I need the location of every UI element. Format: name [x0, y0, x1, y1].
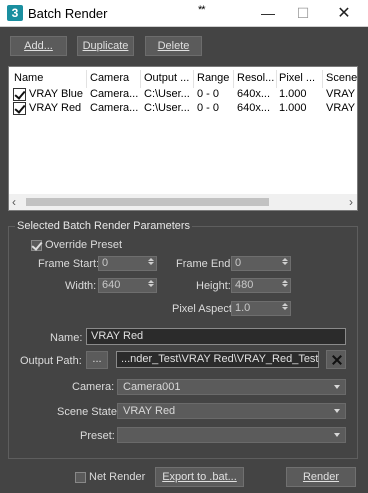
column-header-output[interactable]: Output ... — [144, 72, 196, 84]
frame-end-spinner[interactable]: 0 — [231, 256, 291, 271]
frame-start-value[interactable]: 0 — [102, 257, 108, 269]
title-marker: ** — [198, 4, 206, 16]
net-render-label: Net Render — [89, 471, 146, 483]
cell-range: 0 - 0 — [197, 102, 220, 114]
scene-state-dropdown[interactable]: VRAY Red — [117, 403, 346, 419]
scroll-left-arrow-icon[interactable]: ‹ — [12, 195, 16, 209]
row-enable-checkbox[interactable] — [13, 88, 26, 101]
column-header-range[interactable]: Range — [197, 72, 233, 84]
width-label: Width: — [65, 280, 97, 292]
name-label: Name: — [50, 332, 83, 344]
list-item[interactable]: VRAY Red Camera... C:\User... 0 - 0 640x… — [9, 101, 357, 116]
window-title: Batch Render — [28, 6, 108, 21]
cell-pixel-aspect: 1.000 — [279, 88, 307, 100]
output-path-field[interactable]: ...nder_Test\VRAY Red\VRAY_Red_Test.exr — [116, 351, 319, 368]
cell-range: 0 - 0 — [197, 88, 220, 100]
params-group-title: Selected Batch Render Parameters — [15, 220, 193, 232]
column-header-camera[interactable]: Camera — [90, 72, 140, 84]
delete-button[interactable]: Delete — [145, 36, 202, 56]
name-field[interactable]: VRAY Red — [86, 328, 346, 345]
spinner-arrows-icon[interactable] — [280, 257, 289, 270]
camera-dropdown[interactable]: Camera001 — [117, 379, 346, 395]
pixel-aspect-label: Pixel Aspect: — [172, 303, 235, 315]
column-header-scene-state[interactable]: Scene S — [326, 72, 357, 84]
chevron-down-icon — [334, 385, 340, 389]
cell-name: VRAY Red — [29, 102, 82, 114]
spinner-arrows-icon[interactable] — [146, 257, 155, 270]
chevron-down-icon — [334, 433, 340, 437]
column-header-resolution[interactable]: Resol... — [237, 72, 277, 84]
cell-output: C:\User... — [144, 102, 190, 114]
scroll-right-arrow-icon[interactable]: › — [349, 195, 353, 209]
scene-state-label: Scene State: — [57, 406, 120, 418]
preset-dropdown[interactable] — [117, 427, 346, 443]
width-value[interactable]: 640 — [102, 279, 120, 291]
camera-label: Camera: — [72, 381, 115, 393]
title-bar: 3 Batch Render ** — ☐ ✕ — [0, 0, 368, 27]
scene-state-dropdown-value: VRAY Red — [123, 405, 176, 417]
override-preset-label: Override Preset — [45, 239, 123, 251]
override-preset-checkbox[interactable] — [31, 240, 42, 251]
browse-output-button[interactable]: ... — [86, 351, 108, 369]
column-header-pixel[interactable]: Pixel ... — [279, 72, 321, 84]
spinner-arrows-icon[interactable] — [280, 302, 289, 315]
cell-camera: Camera... — [90, 88, 139, 100]
net-render-checkbox[interactable] — [75, 472, 86, 483]
height-label: Height: — [196, 280, 231, 292]
duplicate-button[interactable]: Duplicate — [77, 36, 134, 56]
preset-label: Preset: — [80, 430, 115, 442]
clear-output-path-icon[interactable] — [326, 350, 346, 369]
scrollbar-thumb[interactable] — [26, 198, 269, 206]
row-enable-checkbox[interactable] — [13, 102, 26, 115]
frame-start-label: Frame Start: — [38, 258, 100, 270]
cell-pixel-aspect: 1.000 — [279, 102, 307, 114]
cell-scene-state: VRAY I — [326, 88, 357, 100]
pixel-aspect-value[interactable]: 1.0 — [235, 302, 250, 314]
add-button[interactable]: Add... — [10, 36, 67, 56]
cell-scene-state: VRAY I — [326, 102, 357, 114]
chevron-down-icon — [334, 409, 340, 413]
cell-name: VRAY Blue — [29, 88, 84, 100]
frame-end-value[interactable]: 0 — [235, 257, 241, 269]
column-divider[interactable] — [140, 70, 141, 88]
maximize-icon[interactable]: ☐ — [285, 0, 321, 27]
horizontal-scrollbar[interactable]: ‹ › — [9, 194, 357, 210]
list-item[interactable]: VRAY Blue Camera... C:\User... 0 - 0 640… — [9, 87, 357, 102]
export-to-bat-button[interactable]: Export to .bat... — [155, 467, 244, 487]
column-header-name[interactable]: Name — [14, 72, 84, 84]
output-path-label: Output Path: — [20, 355, 82, 367]
render-button[interactable]: Render — [286, 467, 356, 487]
spinner-arrows-icon[interactable] — [280, 279, 289, 292]
column-divider[interactable] — [276, 70, 277, 88]
cell-resolution: 640x... — [237, 88, 271, 100]
cell-output: C:\User... — [144, 88, 190, 100]
column-divider[interactable] — [86, 70, 87, 88]
pixel-aspect-spinner[interactable]: 1.0 — [231, 301, 291, 316]
frame-start-spinner[interactable]: 0 — [98, 256, 157, 271]
cell-camera: Camera... — [90, 102, 139, 114]
column-divider[interactable] — [193, 70, 194, 88]
app-icon: 3 — [7, 5, 23, 21]
camera-dropdown-value: Camera001 — [123, 381, 181, 393]
minimize-icon[interactable]: — — [250, 0, 286, 27]
frame-end-label: Frame End: — [176, 258, 234, 270]
column-divider[interactable] — [322, 70, 323, 88]
height-spinner[interactable]: 480 — [231, 278, 291, 293]
height-value[interactable]: 480 — [235, 279, 253, 291]
cell-resolution: 640x... — [237, 102, 271, 114]
column-divider[interactable] — [233, 70, 234, 88]
batch-list[interactable]: Name Camera Output ... Range Resol... Pi… — [8, 66, 358, 211]
close-icon[interactable]: ✕ — [326, 0, 362, 27]
list-header: Name Camera Output ... Range Resol... Pi… — [9, 70, 357, 88]
spinner-arrows-icon[interactable] — [146, 279, 155, 292]
width-spinner[interactable]: 640 — [98, 278, 157, 293]
